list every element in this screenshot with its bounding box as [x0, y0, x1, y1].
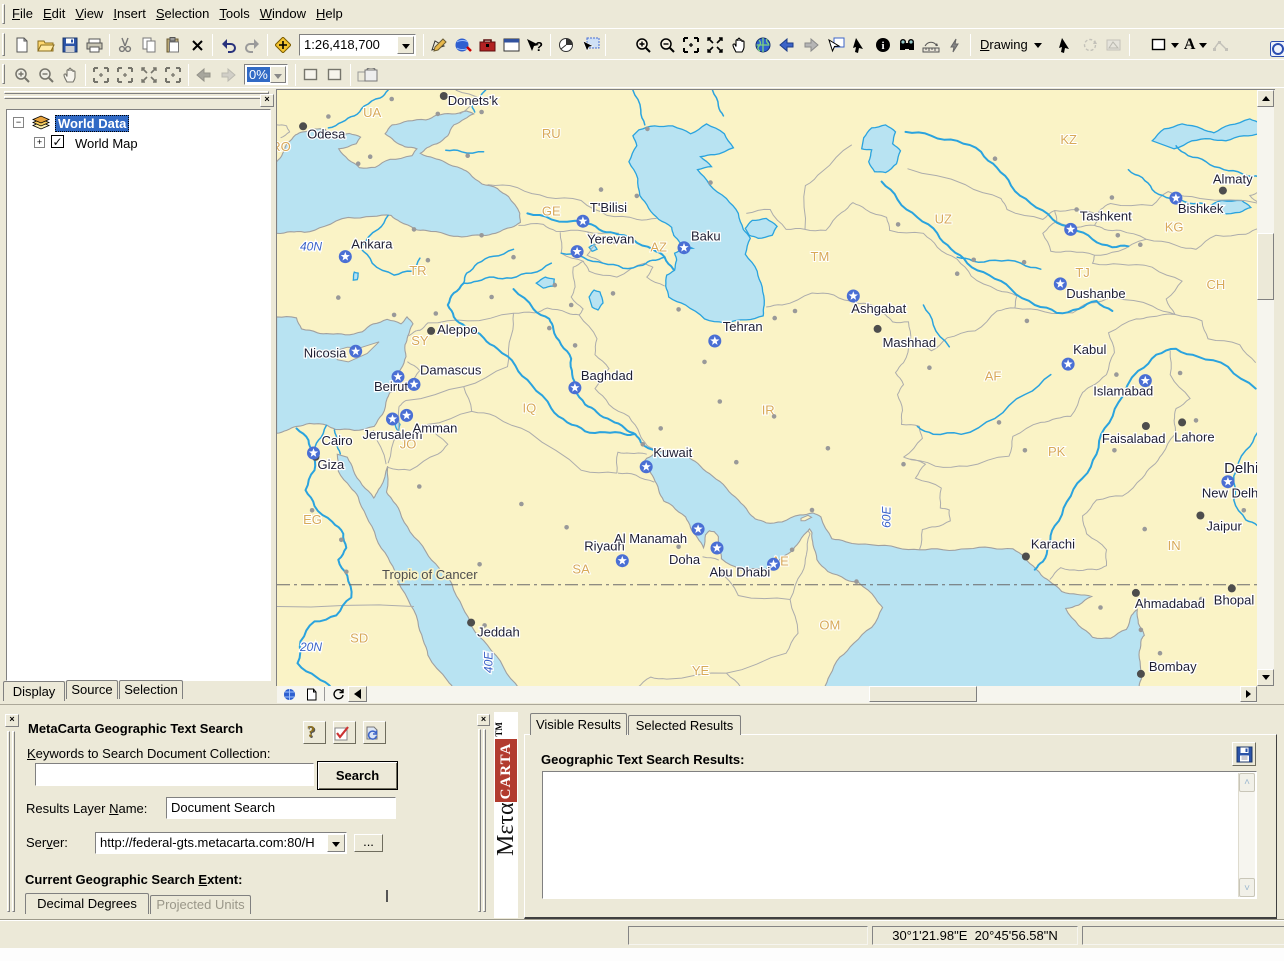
svg-text:Almaty: Almaty	[1213, 172, 1253, 187]
svg-text:UA: UA	[363, 105, 381, 120]
svg-text:Amman: Amman	[413, 420, 458, 435]
svg-text:Aleppo: Aleppo	[437, 322, 477, 337]
svg-text:YE: YE	[692, 663, 710, 678]
svg-text:Tashkent: Tashkent	[1080, 208, 1132, 223]
svg-text:UZ: UZ	[935, 211, 952, 226]
svg-text:Damascus: Damascus	[420, 362, 482, 377]
svg-text:SD: SD	[350, 630, 368, 645]
svg-text:Ahmadabad: Ahmadabad	[1135, 596, 1205, 611]
svg-text:Giza: Giza	[318, 457, 346, 472]
svg-text:Kabul: Kabul	[1073, 342, 1106, 357]
svg-text:Karachi: Karachi	[1031, 537, 1075, 552]
svg-text:Donets'k: Donets'k	[448, 93, 499, 108]
svg-text:60E: 60E	[880, 506, 894, 528]
svg-text:Delhi: Delhi	[1224, 460, 1257, 477]
svg-text:Ankara: Ankara	[351, 237, 393, 252]
svg-text:RO: RO	[277, 139, 291, 154]
svg-text:OM: OM	[819, 617, 840, 632]
svg-text:Bombay: Bombay	[1149, 659, 1197, 674]
svg-text:IN: IN	[1168, 538, 1181, 553]
svg-text:Ashgabat: Ashgabat	[851, 301, 906, 316]
svg-text:Kuwait: Kuwait	[653, 445, 692, 460]
svg-text:Yerevan: Yerevan	[587, 232, 634, 247]
svg-text:AF: AF	[985, 369, 1002, 384]
svg-text:Jaipur: Jaipur	[1206, 519, 1242, 534]
svg-text:T'Bilisi: T'Bilisi	[590, 200, 627, 215]
svg-text:Abu Dhabi: Abu Dhabi	[710, 564, 771, 579]
svg-text:Lahore: Lahore	[1174, 429, 1214, 444]
svg-text:Cairo: Cairo	[322, 433, 353, 448]
svg-text:20N: 20N	[299, 640, 322, 654]
svg-text:EG: EG	[303, 512, 322, 527]
svg-text:Odesa: Odesa	[307, 126, 346, 141]
svg-text:Dushanbe: Dushanbe	[1066, 286, 1125, 301]
svg-text:Baghdad: Baghdad	[581, 368, 633, 383]
svg-text:?: ?	[307, 722, 316, 740]
svg-text:GE: GE	[542, 203, 561, 218]
svg-text:Al Manamah: Al Manamah	[614, 531, 687, 546]
svg-text:TJ: TJ	[1075, 265, 1089, 280]
svg-text:Baku: Baku	[691, 229, 721, 244]
svg-text:PK: PK	[1048, 444, 1066, 459]
svg-text:40E: 40E	[482, 651, 496, 673]
svg-text:RU: RU	[542, 126, 561, 141]
svg-text:IQ: IQ	[523, 400, 537, 415]
svg-text:Bhopal: Bhopal	[1214, 592, 1255, 607]
svg-text:Doha: Doha	[669, 552, 701, 567]
svg-text:Tehran: Tehran	[723, 319, 763, 334]
svg-text:Tropic of Cancer: Tropic of Cancer	[382, 567, 478, 582]
svg-text:New Delhi: New Delhi	[1202, 486, 1257, 501]
svg-text:Islamabad: Islamabad	[1093, 384, 1153, 399]
svg-text:KG: KG	[1165, 219, 1184, 234]
svg-text:SA: SA	[572, 562, 590, 577]
svg-text:AZ: AZ	[650, 239, 667, 254]
svg-text:Jeddah: Jeddah	[477, 625, 520, 640]
svg-text:Nicosia: Nicosia	[304, 345, 347, 360]
svg-text:Bishkek: Bishkek	[1178, 201, 1224, 216]
svg-text:i: i	[881, 40, 884, 52]
svg-text:Faisalabad: Faisalabad	[1102, 431, 1166, 446]
svg-text:KZ: KZ	[1060, 132, 1077, 147]
svg-text:TM: TM	[811, 249, 830, 264]
svg-text:Beirut: Beirut	[374, 379, 408, 394]
svg-text:TR: TR	[409, 263, 426, 278]
svg-text:SY: SY	[411, 333, 429, 348]
svg-text:40N: 40N	[300, 239, 322, 253]
svg-text:CH: CH	[1207, 277, 1226, 292]
svg-text:?: ?	[535, 39, 543, 53]
svg-text:Mashhad: Mashhad	[883, 335, 936, 350]
